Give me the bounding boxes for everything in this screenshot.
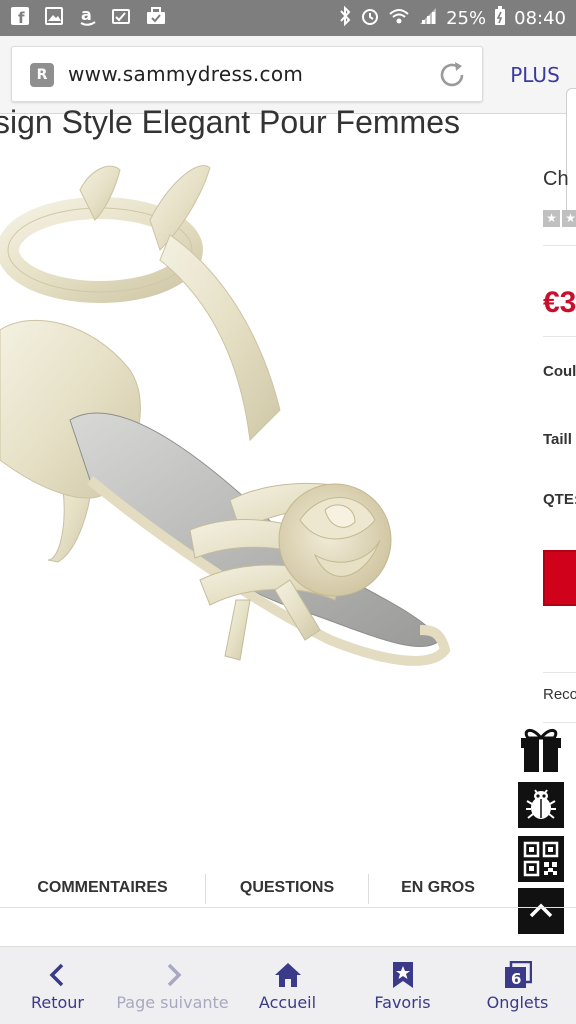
price: €3 xyxy=(543,286,576,319)
scroll-to-top-button[interactable] xyxy=(518,888,564,934)
browser-bottom-nav: Retour Page suivante Accueil Favoris 6 O… xyxy=(0,946,576,1024)
chevron-up-icon xyxy=(529,903,553,918)
battery-percent: 25% xyxy=(446,8,487,29)
product-tabs: COMMENTAIRES QUESTIONS EN GROS xyxy=(0,866,510,910)
divider xyxy=(543,722,576,723)
nav-back[interactable]: Retour xyxy=(0,947,115,1024)
wifi-icon xyxy=(388,6,410,31)
product-name-fragment: Ch xyxy=(543,168,569,190)
clock: 08:40 xyxy=(514,8,566,29)
tabs-icon: 6 xyxy=(504,961,532,988)
tab-questions[interactable]: QUESTIONS xyxy=(206,866,368,910)
product-details-panel: Ch ★ ★ €3 Coul Taill QTE: xyxy=(543,160,576,720)
rating-stars: ★ ★ xyxy=(543,210,576,227)
svg-text:f: f xyxy=(18,9,25,25)
nav-favorites[interactable]: Favoris xyxy=(345,947,460,1024)
amazon-icon: a xyxy=(78,6,98,26)
nav-home[interactable]: Accueil xyxy=(230,947,345,1024)
qr-code-button[interactable] xyxy=(518,836,564,882)
nav-favorites-label: Favoris xyxy=(374,993,431,1012)
plus-menu-button[interactable]: PLUS xyxy=(500,60,570,90)
home-icon xyxy=(274,963,301,987)
product-title-text: sign Style Elegant Pour Femmes xyxy=(0,104,460,140)
bug-button[interactable] xyxy=(518,782,564,828)
alarm-icon xyxy=(360,6,380,31)
star-icon: ★ xyxy=(543,210,560,227)
reader-mode-icon[interactable]: R xyxy=(30,63,54,87)
svg-text:a: a xyxy=(81,6,92,24)
system-indicators: 25% 08:40 xyxy=(338,5,566,31)
nav-home-label: Accueil xyxy=(258,993,317,1012)
battery-charging-icon xyxy=(494,6,506,31)
reload-icon[interactable] xyxy=(436,59,468,91)
quantity-label: QTE: xyxy=(543,491,576,508)
product-image[interactable] xyxy=(0,160,520,720)
url-text[interactable]: www.sammydress.com xyxy=(68,62,303,86)
tabs-underline xyxy=(0,907,576,908)
address-bar[interactable]: R www.sammydress.com xyxy=(11,46,483,102)
star-icon: ★ xyxy=(562,210,576,227)
notification-icons: f a xyxy=(10,6,166,26)
bookmark-star-icon xyxy=(392,962,413,988)
add-to-cart-button[interactable] xyxy=(543,550,576,606)
recommend-label: Reco xyxy=(543,686,576,703)
divider xyxy=(543,672,576,673)
gallery-icon xyxy=(44,6,64,26)
nav-forward-label: Page suivante xyxy=(116,993,229,1012)
product-title: sign Style Elegant Pour Femmes xyxy=(0,100,576,144)
gift-icon xyxy=(521,729,561,772)
gift-button[interactable] xyxy=(518,726,564,772)
bluetooth-icon xyxy=(338,5,352,31)
status-bar: f a 25% 08:40 xyxy=(0,0,576,36)
image-check-icon xyxy=(112,6,132,26)
tab-comments[interactable]: COMMENTAIRES xyxy=(0,866,205,910)
tab-wholesale[interactable]: EN GROS xyxy=(369,866,507,910)
color-label: Coul xyxy=(543,363,576,380)
nav-tabs[interactable]: 6 Onglets xyxy=(460,947,575,1024)
divider xyxy=(543,336,576,337)
bug-icon xyxy=(526,789,556,819)
facebook-icon: f xyxy=(10,6,30,26)
size-label: Taill xyxy=(543,431,572,448)
bag-check-icon xyxy=(146,6,166,26)
nav-back-label: Retour xyxy=(30,993,85,1012)
nav-forward[interactable]: Page suivante xyxy=(115,947,230,1024)
divider xyxy=(543,245,576,246)
chevron-left-icon xyxy=(49,963,63,987)
chevron-right-icon xyxy=(167,963,181,987)
tabs-count: 6 xyxy=(511,970,521,988)
nav-tabs-label: Onglets xyxy=(486,993,549,1012)
signal-icon xyxy=(418,6,438,31)
qr-code-icon xyxy=(523,841,559,877)
